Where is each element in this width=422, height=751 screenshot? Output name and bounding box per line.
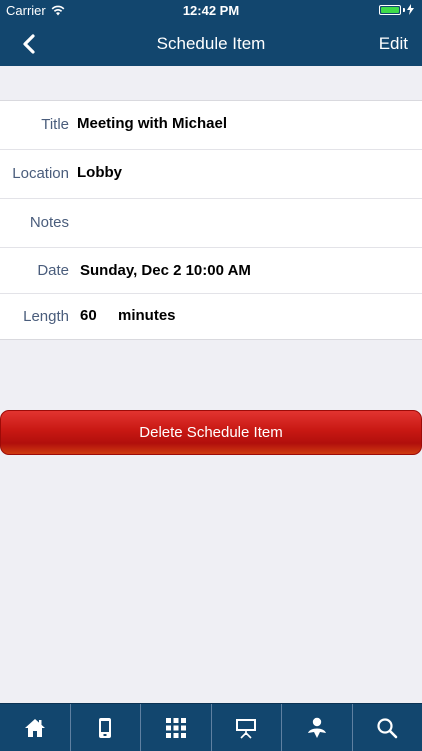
search-icon <box>376 717 398 739</box>
schedule-item-form: Title Meeting with Michael Location Lobb… <box>0 100 422 340</box>
tab-phone[interactable] <box>71 704 142 751</box>
tab-bar <box>0 703 422 751</box>
length-row[interactable]: Length 60 minutes <box>0 294 422 339</box>
edit-button[interactable]: Edit <box>379 34 408 54</box>
home-icon <box>24 718 46 738</box>
location-value: Lobby <box>77 164 122 181</box>
title-row[interactable]: Title Meeting with Michael <box>0 101 422 150</box>
grid-icon <box>165 717 187 739</box>
notes-label: Notes <box>30 214 69 231</box>
date-value: Sunday, Dec 2 10:00 AM <box>80 262 251 279</box>
clock: 12:42 PM <box>0 3 422 18</box>
tab-search[interactable] <box>353 704 422 751</box>
length-unit: minutes <box>118 307 176 324</box>
person-icon <box>306 717 328 739</box>
location-row[interactable]: Location Lobby <box>0 150 422 199</box>
title-value: Meeting with Michael <box>77 115 227 132</box>
page-title: Schedule Item <box>0 34 422 54</box>
navigation-bar: Schedule Item Edit <box>0 22 422 66</box>
title-label: Title <box>41 116 69 133</box>
tab-presentation[interactable] <box>212 704 283 751</box>
date-label: Date <box>37 262 69 279</box>
delete-schedule-item-button[interactable]: Delete Schedule Item <box>0 410 422 455</box>
notes-row[interactable]: Notes <box>0 199 422 248</box>
tab-home[interactable] <box>0 704 71 751</box>
location-label: Location <box>12 165 69 182</box>
date-row[interactable]: Date Sunday, Dec 2 10:00 AM <box>0 248 422 294</box>
tab-person[interactable] <box>282 704 353 751</box>
presentation-icon <box>235 717 257 739</box>
phone-icon <box>98 717 112 739</box>
tab-grid[interactable] <box>141 704 212 751</box>
length-label: Length <box>23 308 69 325</box>
charging-icon <box>407 4 414 15</box>
battery-icon <box>379 4 414 15</box>
status-bar: Carrier 12:42 PM <box>0 0 422 22</box>
length-value: 60 <box>80 307 97 324</box>
